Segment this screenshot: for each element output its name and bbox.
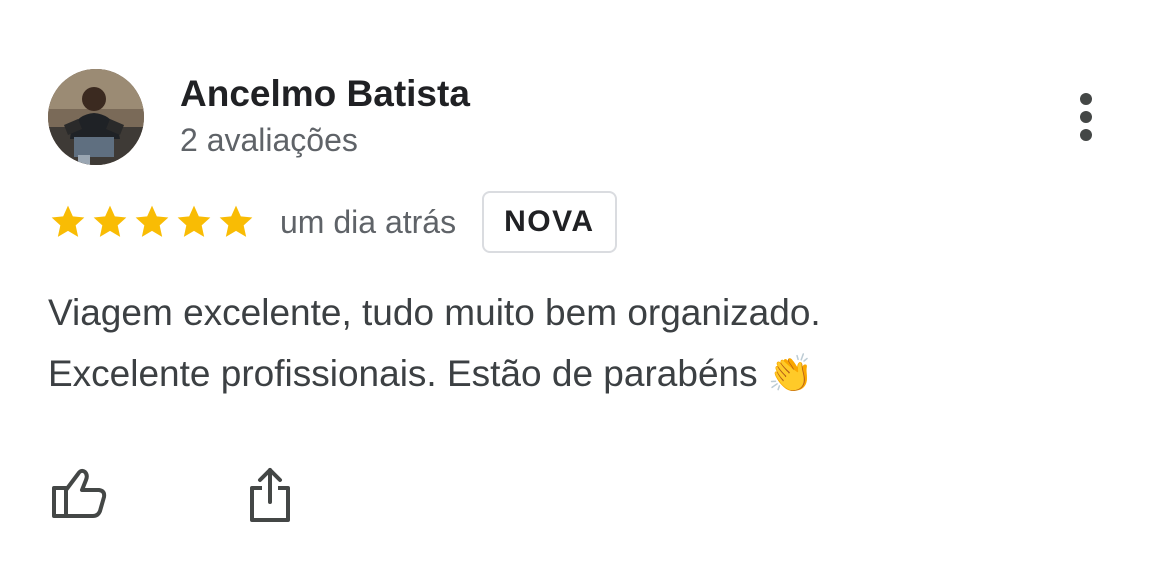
review-date: um dia atrás (280, 203, 457, 240)
avatar-photo (48, 69, 144, 165)
share-button[interactable] (236, 460, 304, 528)
review-text-line: Excelente profissionais. Estão de parabé… (48, 353, 814, 394)
like-button[interactable] (44, 460, 112, 528)
new-badge: NOVA (482, 191, 617, 253)
share-icon (250, 468, 290, 522)
author-name[interactable]: Ancelmo Batista (180, 72, 470, 116)
more-options-button[interactable] (1062, 88, 1110, 148)
more-vertical-icon (1080, 93, 1092, 141)
star-icon (93, 205, 127, 237)
star-rating (48, 202, 256, 242)
star-icon (177, 205, 211, 237)
star-icon (135, 205, 169, 237)
review-text: Viagem excelente, tudo muito bem organiz… (48, 282, 1108, 404)
review-card: Ancelmo Batista 2 avaliações um dia atrá… (0, 0, 1170, 579)
star-icon (51, 205, 85, 237)
rating-row: um dia atrás NOVA (48, 189, 617, 255)
review-count[interactable]: 2 avaliações (180, 120, 358, 160)
review-text-line: Viagem excelente, tudo muito bem organiz… (48, 292, 821, 333)
thumbs-up-icon (52, 468, 107, 518)
star-icon (219, 205, 253, 237)
avatar[interactable] (48, 69, 144, 165)
